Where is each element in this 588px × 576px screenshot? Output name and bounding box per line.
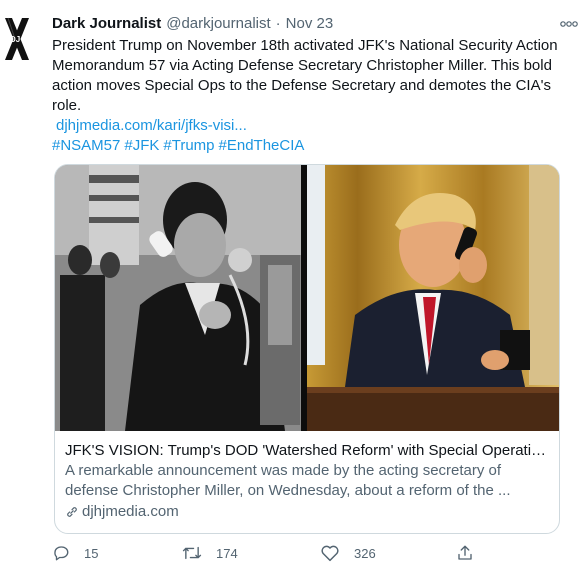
share-button[interactable]	[456, 544, 488, 562]
user-handle[interactable]: @darkjournalist	[166, 14, 270, 34]
card-domain: djhjmedia.com	[65, 502, 549, 522]
share-icon	[458, 545, 472, 560]
reply-icon	[54, 546, 69, 561]
hashtag-trump[interactable]: #Trump	[163, 137, 214, 154]
like-count: 326	[354, 545, 376, 561]
hashtag-nsam57[interactable]: #NSAM57	[52, 137, 120, 154]
card-photo-composite	[55, 165, 559, 431]
avatar-x-logo: DJ	[5, 17, 29, 60]
tweet-header: Dark Journalist @darkjournalist · Nov 23	[52, 14, 564, 34]
retweet-icon	[182, 546, 202, 560]
link-preview-card[interactable]: JFK'S VISION: Trump's DOD 'Watershed Ref…	[54, 164, 560, 534]
separator-dot: ·	[275, 15, 281, 32]
card-title: JFK'S VISION: Trump's DOD 'Watershed Ref…	[65, 442, 551, 459]
reply-count: 15	[84, 545, 99, 561]
like-button[interactable]: 326	[320, 544, 376, 562]
tweet-link[interactable]: djhjmedia.com/kari/jfks-visi...	[52, 116, 562, 136]
hashtags: #NSAM57 #JFK #Trump #EndTheCIA	[52, 136, 562, 156]
display-name[interactable]: Dark Journalist	[52, 14, 161, 34]
action-bar: 15 174 326	[52, 544, 492, 566]
tweet-text: President Trump on November 18th activat…	[52, 37, 558, 114]
reply-button[interactable]: 15	[52, 544, 98, 562]
hashtag-endthecia[interactable]: #EndTheCIA	[219, 137, 305, 154]
tweet-timestamp[interactable]: Nov 23	[286, 14, 334, 34]
tweet[interactable]: DJ Dark Journalist @darkjournalist · Nov…	[0, 0, 588, 576]
link-icon	[67, 507, 77, 517]
card-description: A remarkable announcement was made by th…	[65, 462, 511, 499]
avatar-initials: DJ	[10, 35, 20, 44]
hashtag-jfk[interactable]: #JFK	[124, 137, 159, 154]
card-image[interactable]	[55, 165, 559, 431]
tweet-text-block: President Trump on November 18th activat…	[52, 36, 562, 156]
card-domain-text: djhjmedia.com	[82, 503, 179, 520]
card-text: JFK'S VISION: Trump's DOD 'Watershed Ref…	[55, 431, 559, 522]
retweet-button[interactable]: 174	[182, 544, 238, 562]
retweet-count: 174	[216, 545, 238, 561]
heart-icon	[321, 545, 339, 562]
avatar[interactable]: DJ	[2, 14, 32, 64]
